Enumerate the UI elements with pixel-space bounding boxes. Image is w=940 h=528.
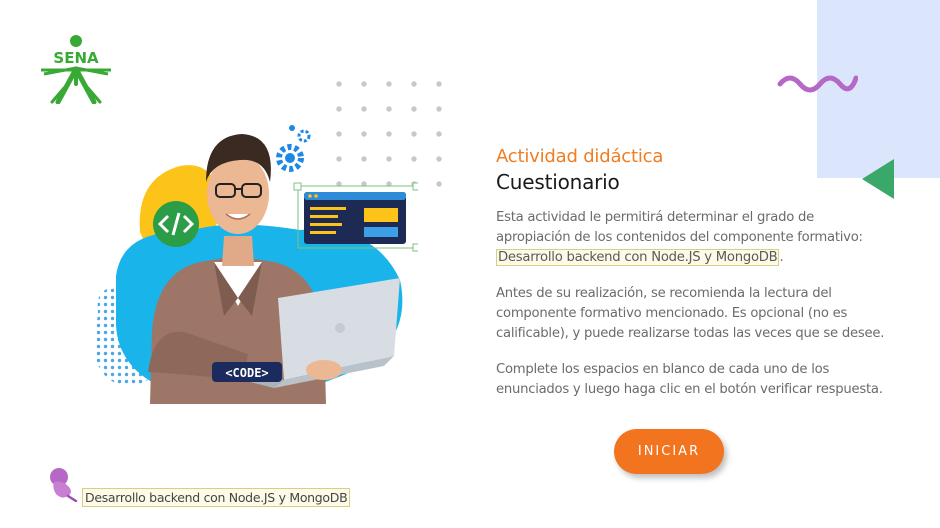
page-title: Cuestionario — [496, 170, 620, 194]
sena-logo: SENA — [38, 32, 114, 105]
code-bubble-icon — [153, 201, 199, 247]
code-badge: <CODE> — [212, 362, 282, 382]
component-name-highlight: Desarrollo backend con Node.JS y MongoDB — [496, 249, 780, 266]
description-text: Esta actividad le permitirá determinar e… — [496, 210, 863, 245]
footer-component-name: Desarrollo backend con Node.JS y MongoDB — [82, 488, 351, 507]
logo-text: SENA — [53, 49, 99, 67]
wave-decoration-icon — [777, 75, 858, 93]
start-button[interactable]: INICIAR — [614, 429, 724, 474]
instructions-text: Complete los espacios en blanco de cada … — [496, 362, 883, 397]
activity-kicker: Actividad didáctica — [496, 146, 664, 167]
gear-icon — [276, 125, 311, 172]
activity-description: Esta actividad le permitirá determinar e… — [496, 208, 886, 268]
recommendation-text: Antes de su realización, se recomienda l… — [496, 286, 885, 341]
web-window-icon — [293, 182, 418, 252]
developer-illustration: <CODE> — [94, 125, 418, 404]
description-end: . — [779, 250, 784, 265]
thumbtack-icon — [50, 468, 78, 502]
activity-info: Actividad didáctica Cuestionario Esta ac… — [496, 146, 886, 400]
code-badge-text: <CODE> — [225, 366, 268, 380]
